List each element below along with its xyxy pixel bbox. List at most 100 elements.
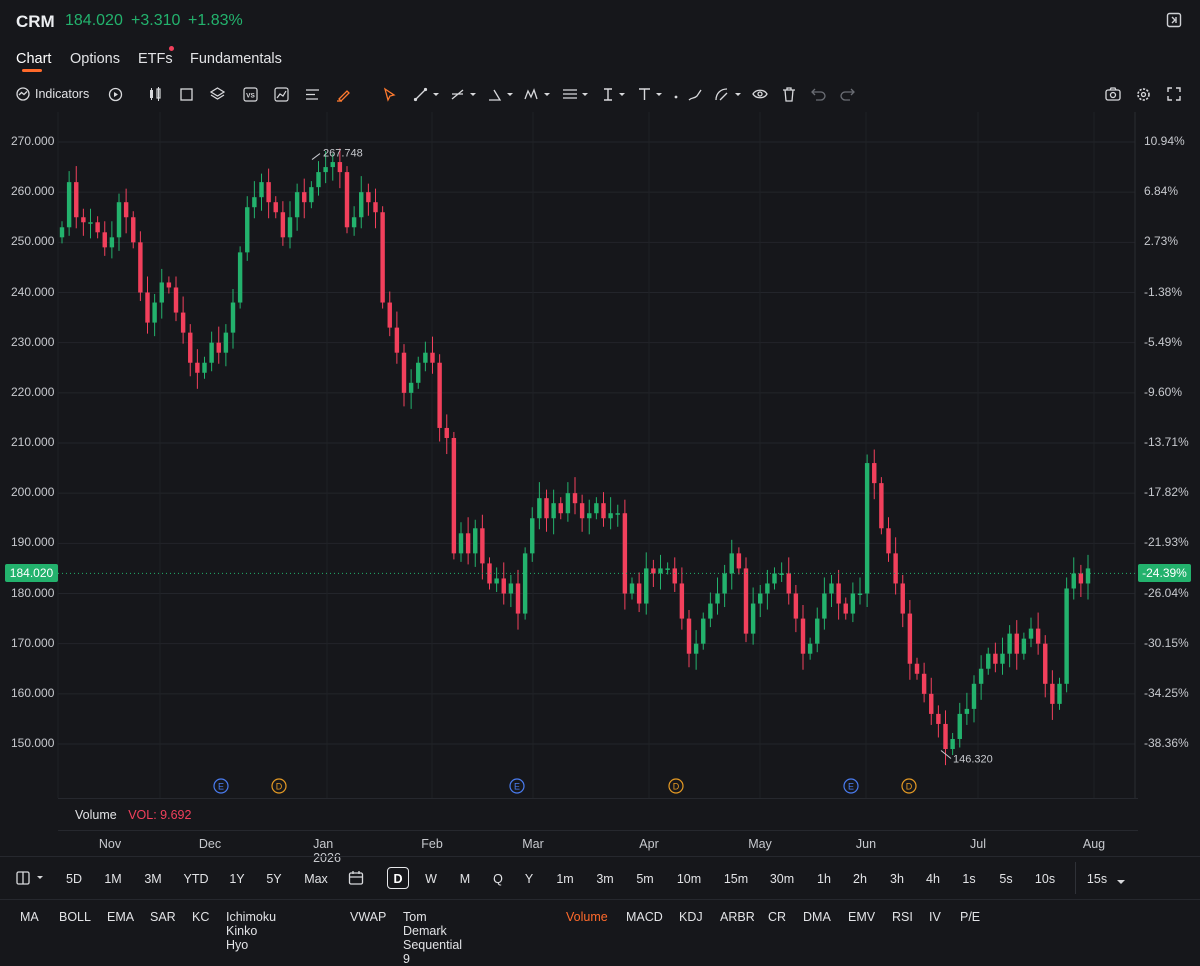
candle [708, 592, 713, 628]
candle-body [978, 668, 984, 684]
calendar-icon[interactable] [348, 870, 364, 889]
interval-4h[interactable]: 4h [926, 872, 940, 886]
indicator-macd[interactable]: MACD [626, 910, 663, 924]
indicator-cr[interactable]: CR [768, 910, 786, 924]
redo-icon[interactable] [840, 85, 855, 103]
interval-5m[interactable]: 5m [636, 872, 653, 886]
period-1y[interactable]: 1Y [229, 872, 244, 886]
candle-body [822, 593, 827, 619]
interval-15s[interactable]: 15s [1087, 872, 1107, 886]
vs-compare-icon[interactable]: VS [243, 85, 258, 103]
indicator-sar[interactable]: SAR [150, 910, 176, 924]
tab-fundamentals[interactable]: Fundamentals [190, 51, 282, 67]
indicator-dma[interactable]: DMA [803, 910, 831, 924]
interval-q[interactable]: Q [493, 872, 503, 886]
pct-axis-tick: -13.71% [1144, 435, 1189, 449]
candle [1007, 625, 1012, 668]
period-5d[interactable]: 5D [66, 872, 82, 886]
layers-icon[interactable] [210, 85, 225, 103]
camera-icon[interactable] [1105, 85, 1121, 103]
tab-options[interactable]: Options [70, 51, 120, 67]
channel-icon[interactable] [562, 85, 590, 103]
angle-icon[interactable] [487, 85, 515, 103]
trash-icon[interactable] [782, 85, 796, 103]
chevron-down-icon[interactable] [1116, 874, 1126, 889]
indicator-kdj[interactable]: KDJ [679, 910, 703, 924]
interval-3h[interactable]: 3h [890, 872, 904, 886]
undo-icon[interactable] [811, 85, 826, 103]
interval-10m[interactable]: 10m [677, 872, 701, 886]
interval-5s[interactable]: 5s [999, 872, 1012, 886]
month-label: Nov [98, 837, 122, 851]
layout-toggle-icon[interactable] [16, 871, 46, 888]
candle-body [964, 708, 970, 714]
interval-w[interactable]: W [425, 872, 437, 886]
indicator-ichimoku-kinko-hyo[interactable]: Ichimoku Kinko Hyo [226, 910, 276, 952]
vertical-text-icon[interactable] [600, 85, 628, 103]
interval-10s[interactable]: 10s [1035, 872, 1055, 886]
trend-line-icon[interactable] [413, 85, 441, 103]
interval-30m[interactable]: 30m [770, 872, 794, 886]
candle [437, 354, 442, 442]
candle [608, 497, 613, 530]
measure-icon[interactable] [714, 85, 744, 103]
highlighter-icon[interactable] [336, 85, 351, 103]
interval-1s[interactable]: 1s [962, 872, 975, 886]
chart-analysis-icon[interactable] [274, 85, 289, 103]
settings-icon[interactable] [1136, 85, 1151, 103]
candle [772, 567, 777, 590]
period-1m[interactable]: 1M [104, 872, 121, 886]
pattern-icon[interactable] [524, 85, 552, 103]
high-leader [311, 153, 321, 160]
candle-body [950, 738, 955, 750]
indicator-volume[interactable]: Volume [566, 910, 608, 924]
interval-2h[interactable]: 2h [853, 872, 867, 886]
indicator-iv[interactable]: IV [929, 910, 941, 924]
rectangle-icon[interactable] [180, 85, 193, 103]
indicator-ma[interactable]: MA [20, 910, 39, 924]
candle [287, 201, 293, 249]
candle [936, 705, 941, 738]
indicator-rsi[interactable]: RSI [892, 910, 913, 924]
indicator-arbr[interactable]: ARBR [720, 910, 755, 924]
interval-1h[interactable]: 1h [817, 872, 831, 886]
candlestick-chart[interactable]: 267.748 146.320 E D E D E D [0, 112, 1200, 798]
cursor-icon[interactable] [382, 85, 397, 103]
fullscreen-icon[interactable] [1167, 85, 1181, 103]
tab-chart[interactable]: Chart [16, 51, 51, 67]
more-dots-icon[interactable] [672, 85, 680, 103]
indicator-p-e[interactable]: P/E [960, 910, 980, 924]
candle-type-icon[interactable] [148, 85, 162, 103]
expand-window-icon[interactable] [1166, 12, 1182, 28]
candle-body [729, 553, 734, 574]
period-5y[interactable]: 5Y [266, 872, 281, 886]
indicator-kc[interactable]: KC [192, 910, 209, 924]
interval-15m[interactable]: 15m [724, 872, 748, 886]
pct-axis-tick: 10.94% [1144, 134, 1185, 148]
indicator-vwap[interactable]: VWAP [350, 910, 386, 924]
period-max[interactable]: Max [304, 872, 328, 886]
dividend-marker: D [271, 778, 287, 794]
y-axis-tick: 200.000 [11, 485, 55, 500]
tab-etfs[interactable]: ETFs [138, 51, 173, 67]
price-chart[interactable]: 267.748 146.320 E D E D E D [0, 112, 1200, 798]
eye-icon[interactable] [752, 85, 768, 103]
interval-1m[interactable]: 1m [556, 872, 573, 886]
period-ytd[interactable]: YTD [184, 872, 209, 886]
indicators-button[interactable]: Indicators [16, 85, 89, 103]
interval-3m[interactable]: 3m [596, 872, 613, 886]
interval-y[interactable]: Y [525, 872, 533, 886]
text-tool-icon[interactable] [637, 85, 665, 103]
text-lines-icon[interactable] [305, 85, 320, 103]
interval-m[interactable]: M [460, 872, 470, 886]
brush-icon[interactable] [688, 85, 703, 103]
period-3m[interactable]: 3M [144, 872, 161, 886]
indicator-boll[interactable]: BOLL [59, 910, 91, 924]
fib-icon[interactable] [450, 85, 478, 103]
candle [679, 567, 685, 630]
indicator-tom-demark-sequential-9[interactable]: Tom Demark Sequential 9 [403, 910, 462, 966]
replay-icon[interactable] [108, 85, 123, 103]
last-price: 184.020 [65, 12, 123, 29]
indicator-ema[interactable]: EMA [107, 910, 134, 924]
indicator-emv[interactable]: EMV [848, 910, 875, 924]
